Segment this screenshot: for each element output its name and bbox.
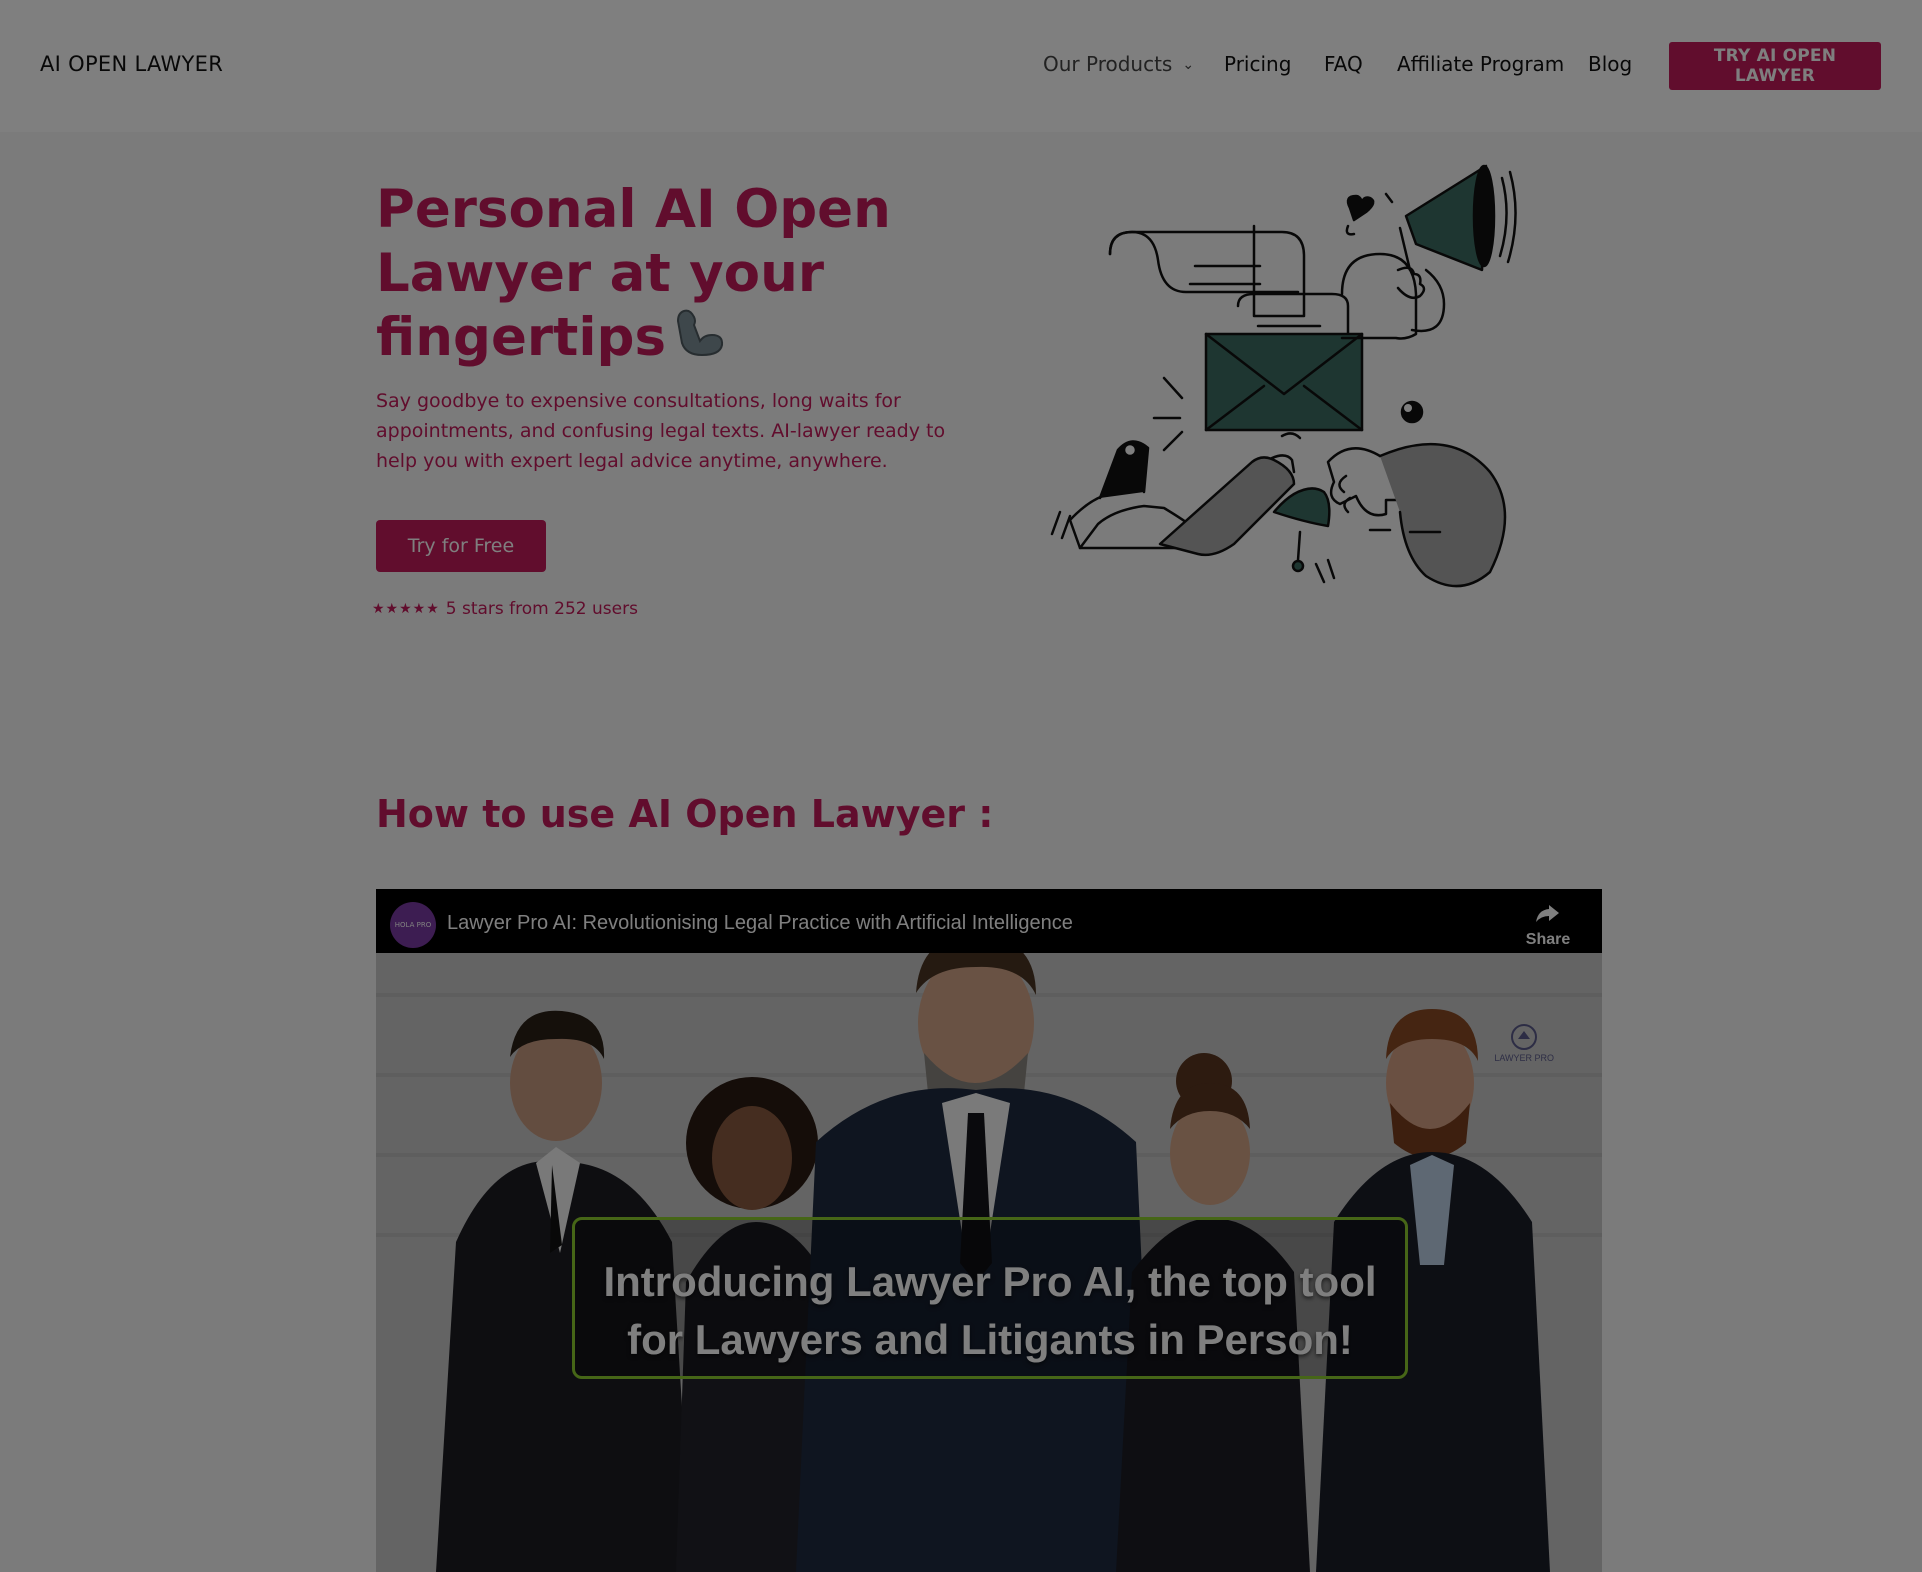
channel-avatar-label: HOLA PRO (394, 921, 432, 929)
chevron-down-icon: ⌄ (1182, 57, 1195, 73)
site-logo[interactable]: AI OPEN LAWYER (40, 52, 223, 76)
hero-title-line-3: fingertips (376, 307, 667, 368)
hero-description: Say goodbye to expensive consultations, … (376, 390, 946, 472)
star-rating-icon: ★★★★★ (372, 601, 440, 617)
nav-blog[interactable]: Blog (1588, 52, 1632, 76)
nav-pricing[interactable]: Pricing (1224, 52, 1291, 76)
video-title-bar: HOLA PRO Lawyer Pro AI: Revolutionising … (376, 889, 1602, 953)
hero-title: Personal AI Open Lawyer at your fingerti… (376, 178, 936, 374)
watermark-text: LAWYER PRO (1494, 1053, 1554, 1063)
video-caption-line-2: for Lawyers and Litigants in Person! (627, 1316, 1353, 1363)
nav-our-products[interactable]: Our Products ⌄ (1043, 52, 1194, 76)
rating-text: 5 stars from 252 users (445, 599, 638, 619)
channel-avatar[interactable]: HOLA PRO (390, 902, 436, 948)
share-button[interactable]: Share (1518, 903, 1578, 948)
share-label: Share (1525, 931, 1571, 948)
share-icon (1536, 905, 1559, 922)
try-for-free-button[interactable]: Try for Free (376, 520, 546, 572)
video-title[interactable]: Lawyer Pro AI: Revolutionising Legal Pra… (447, 912, 1073, 935)
youtube-video-player[interactable]: Introducing Lawyer Pro AI, the top tool … (376, 889, 1602, 1572)
video-caption: Introducing Lawyer Pro AI, the top tool … (572, 1253, 1408, 1369)
hero-title-line-1: Personal AI Open (376, 179, 891, 240)
lawyer-pro-logo-icon (1511, 1024, 1538, 1050)
how-to-use-title: How to use AI Open Lawyer : (376, 792, 994, 836)
user-rating: ★★★★★ 5 stars from 252 users (372, 599, 638, 619)
site-header: AI OPEN LAWYER Our Products ⌄ Pricing FAQ… (0, 0, 1922, 132)
try-ai-open-lawyer-button[interactable]: TRY AI OPEN LAWYER (1669, 42, 1881, 90)
lawyer-pro-watermark: LAWYER PRO (1494, 1023, 1554, 1063)
nav-our-products-label: Our Products (1043, 52, 1173, 76)
video-caption-line-1: Introducing Lawyer Pro AI, the top tool (603, 1258, 1377, 1305)
email-marketing-illustration (1050, 164, 1517, 588)
nav-affiliate-program[interactable]: Affiliate Program (1397, 52, 1564, 76)
flexed-biceps-icon (670, 307, 724, 374)
hero-title-line-2: Lawyer at your (376, 243, 824, 304)
nav-faq[interactable]: FAQ (1324, 52, 1363, 76)
